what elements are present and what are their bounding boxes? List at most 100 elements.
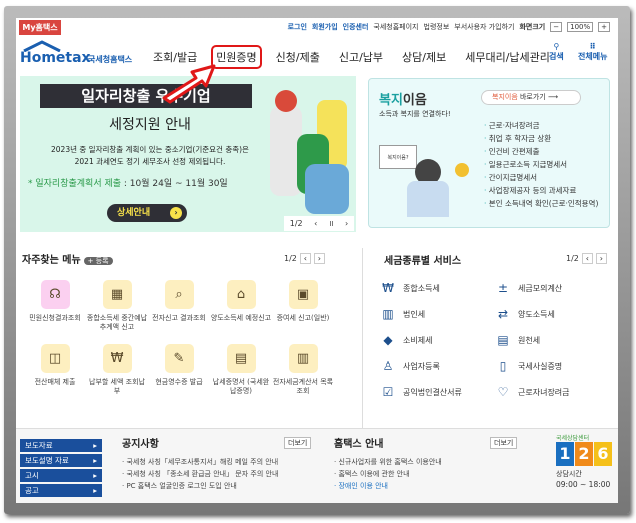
- tax-item[interactable]: ▥ 법인세: [380, 307, 495, 321]
- speech-sign: 복지이음?: [379, 145, 417, 169]
- search-icon: ⚲: [553, 42, 560, 51]
- welfare-item[interactable]: 본인 소득내역 확인(근로·인적용역): [484, 197, 599, 210]
- login-link[interactable]: 로그인: [288, 22, 307, 32]
- freq-item[interactable]: ▥ 전자세금계산서 목록조회: [272, 344, 334, 396]
- freq-item[interactable]: ▦ 종합소득세 중간예납추계액 신고: [86, 280, 148, 332]
- prev-icon[interactable]: ‹: [581, 253, 593, 264]
- nts-home-link[interactable]: 국세청홈페이지: [373, 22, 418, 32]
- notice-list: 국세청 사칭「세무조사통지서」해킹 메일 주의 안내 국세청 사칭 「종소세 환…: [122, 456, 278, 492]
- go-a: 복지이음: [492, 93, 518, 101]
- tax-item[interactable]: ☑ 공익법인결산서류: [380, 385, 495, 399]
- money-bag-icon: ₩: [382, 281, 394, 295]
- next-icon[interactable]: ›: [313, 253, 325, 264]
- transfer-icon: ⇄: [497, 307, 509, 321]
- detail-button[interactable]: 상세안내 ›: [107, 204, 187, 222]
- tax-item[interactable]: ⇄ 양도소득세: [495, 307, 610, 321]
- tax-item-label: 양도소득세: [518, 309, 555, 319]
- pause-icon[interactable]: ॥: [329, 218, 334, 229]
- detail-label: 상세안내: [117, 208, 151, 218]
- welfare-item[interactable]: 근로·자녀장려금: [484, 119, 598, 132]
- tax-item[interactable]: ▯ 국세사실증명: [495, 359, 610, 373]
- zoom-out-button[interactable]: −: [550, 22, 563, 32]
- freq-item[interactable]: ✎ 현금영수증 발급: [148, 344, 210, 396]
- search-button[interactable]: ⚲ 검색: [549, 42, 564, 62]
- freq-item[interactable]: ▣ 증여세 신고(일반): [272, 280, 334, 332]
- freq-item-label: 전자신고 결과조회: [152, 314, 206, 322]
- signup-link[interactable]: 회원가입: [312, 22, 338, 32]
- dept-user-link[interactable]: 부서사용자 가입하기: [454, 22, 514, 32]
- welfare-item[interactable]: 간이지급명세서: [484, 171, 598, 184]
- hours: 09:00 ~ 18:00: [556, 480, 611, 489]
- nav-filing[interactable]: 신고/납부: [339, 49, 383, 65]
- notice-item[interactable]: PC 홈택스 얼굴인증 로그인 도입 안내: [122, 480, 278, 492]
- banner-subtitle: 세정지원 안내: [109, 117, 191, 133]
- tax-item-label: 근로자녀장려금: [518, 387, 570, 397]
- welfare-item[interactable]: 인건비 간편제출: [484, 145, 598, 158]
- media-icon: ◫: [40, 344, 70, 373]
- welfare-go-button[interactable]: 복지이음 바로가기 ⟶: [481, 90, 581, 105]
- nav-consult[interactable]: 상담/제보: [402, 49, 446, 65]
- tax-item[interactable]: ♡ 근로자녀장려금: [495, 385, 610, 399]
- notice-item[interactable]: 국세청 사칭「세무조사통지서」해킹 메일 주의 안내: [122, 456, 278, 468]
- register-button[interactable]: + 등록: [83, 257, 113, 265]
- cert-center-link[interactable]: 인증센터: [343, 22, 369, 32]
- guide-title: 홈택스 안내: [334, 439, 384, 450]
- freq-item-label: 증여세 신고(일반): [276, 314, 330, 322]
- search-label: 검색: [549, 52, 564, 61]
- prev-icon[interactable]: ‹: [314, 219, 317, 228]
- headset-icon: ☊: [40, 280, 70, 309]
- next-icon[interactable]: ›: [345, 219, 348, 228]
- notice-item[interactable]: 국세청 사칭 「종소세 환급금 안내」 문자 주의 안내: [122, 468, 278, 480]
- tax-item[interactable]: ± 세금모의계산: [495, 281, 610, 295]
- guide-item[interactable]: 신규사업자를 위한 홈택스 이용안내: [334, 456, 441, 468]
- guide-item[interactable]: 홈택스 이용에 관한 안내: [334, 468, 442, 480]
- guide-item[interactable]: 장애인 이용 안내: [334, 480, 442, 492]
- freq-item[interactable]: ₩ 납부할 세액 조회납부: [86, 344, 148, 396]
- freq-item[interactable]: ⌕ 전자신고 결과조회: [148, 280, 210, 332]
- guide-more-button[interactable]: 더보기: [490, 437, 518, 449]
- next-icon[interactable]: ›: [595, 253, 607, 264]
- welfare-item[interactable]: 사업장제공자 등의 과세자료: [484, 184, 598, 197]
- freq-menu-grid: ☊ 민원신청결과조회 ▦ 종합소득세 중간예납추계액 신고 ⌕ 전자신고 결과조회 ⌂…: [24, 280, 334, 396]
- browser-window: My홈택스 로그인 회원가입 인증센터 국세청홈페이지 법령정보 부서사용자 가…: [16, 18, 618, 503]
- tax-page: 1/2: [566, 254, 579, 263]
- prev-icon[interactable]: ‹: [299, 253, 311, 264]
- logo-sub: 국세청홈택스: [88, 55, 133, 64]
- freq-item-label: 민원신청결과조회: [29, 314, 81, 322]
- welfare-item[interactable]: 일용근로소득 지급명세서: [484, 158, 598, 171]
- freq-item[interactable]: ◫ 전산매체 제출: [24, 344, 86, 396]
- zoom-in-button[interactable]: +: [598, 22, 610, 32]
- notice-more-button[interactable]: 더보기: [284, 437, 312, 449]
- announcement-button[interactable]: 공고: [20, 484, 102, 497]
- freq-item-label: 전산매체 제출: [34, 378, 76, 386]
- hometax-logo[interactable]: Hometax 국세청홈택스: [20, 40, 140, 70]
- freq-item[interactable]: ▤ 납세증명서 (국세완납증명): [210, 344, 272, 396]
- search-doc-icon: ⌕: [164, 280, 194, 309]
- freq-item[interactable]: ⌂ 양도소득세 예정신고: [210, 280, 272, 332]
- gift-doc-icon: ▣: [288, 280, 318, 309]
- calculator-icon: ±: [497, 281, 509, 295]
- freq-item-label: 종합소득세 중간예납추계액 신고: [86, 314, 148, 331]
- freq-item-label: 양도소득세 예정신고: [210, 314, 272, 322]
- nav-agent[interactable]: 세무대리/납세관리: [465, 49, 550, 65]
- press-release-button[interactable]: 보도자료: [20, 439, 102, 452]
- notice-gosi-button[interactable]: 고시: [20, 469, 102, 482]
- welfare-item[interactable]: 취업 후 학자금 상환: [484, 132, 598, 145]
- nav-application[interactable]: 신청/제출: [276, 49, 320, 65]
- my-hometax-tab[interactable]: My홈택스: [19, 20, 61, 35]
- tax-item[interactable]: ▤ 원천세: [495, 333, 610, 347]
- tax-item[interactable]: ₩ 종합소득세: [380, 281, 495, 295]
- tax-item-label: 원천세: [518, 335, 541, 345]
- screen-size-label: 화면크기: [519, 23, 546, 31]
- grid-icon: ⠿: [589, 42, 596, 51]
- freq-item-label: 전자세금계산서 목록조회: [272, 378, 334, 395]
- press-explain-button[interactable]: 보도설명 자료: [20, 454, 102, 467]
- freq-item[interactable]: ☊ 민원신청결과조회: [24, 280, 86, 332]
- tax-item[interactable]: ◆ 소비제세: [380, 333, 495, 347]
- law-info-link[interactable]: 법령정보: [424, 22, 450, 32]
- all-menu-button[interactable]: ⠿ 전체메뉴: [578, 42, 607, 62]
- top-links: 로그인 회원가입 인증센터 국세청홈페이지 법령정보 부서사용자 가입하기 화면…: [288, 22, 610, 32]
- welfare-panel: 복지이음 소득과 복지를 연결하다! 복지이음 바로가기 ⟶ 근로·자녀장려금 …: [368, 78, 610, 228]
- freq-item-label: 현금영수증 발급: [155, 378, 203, 386]
- tax-item[interactable]: ♙ 사업자등록: [380, 359, 495, 373]
